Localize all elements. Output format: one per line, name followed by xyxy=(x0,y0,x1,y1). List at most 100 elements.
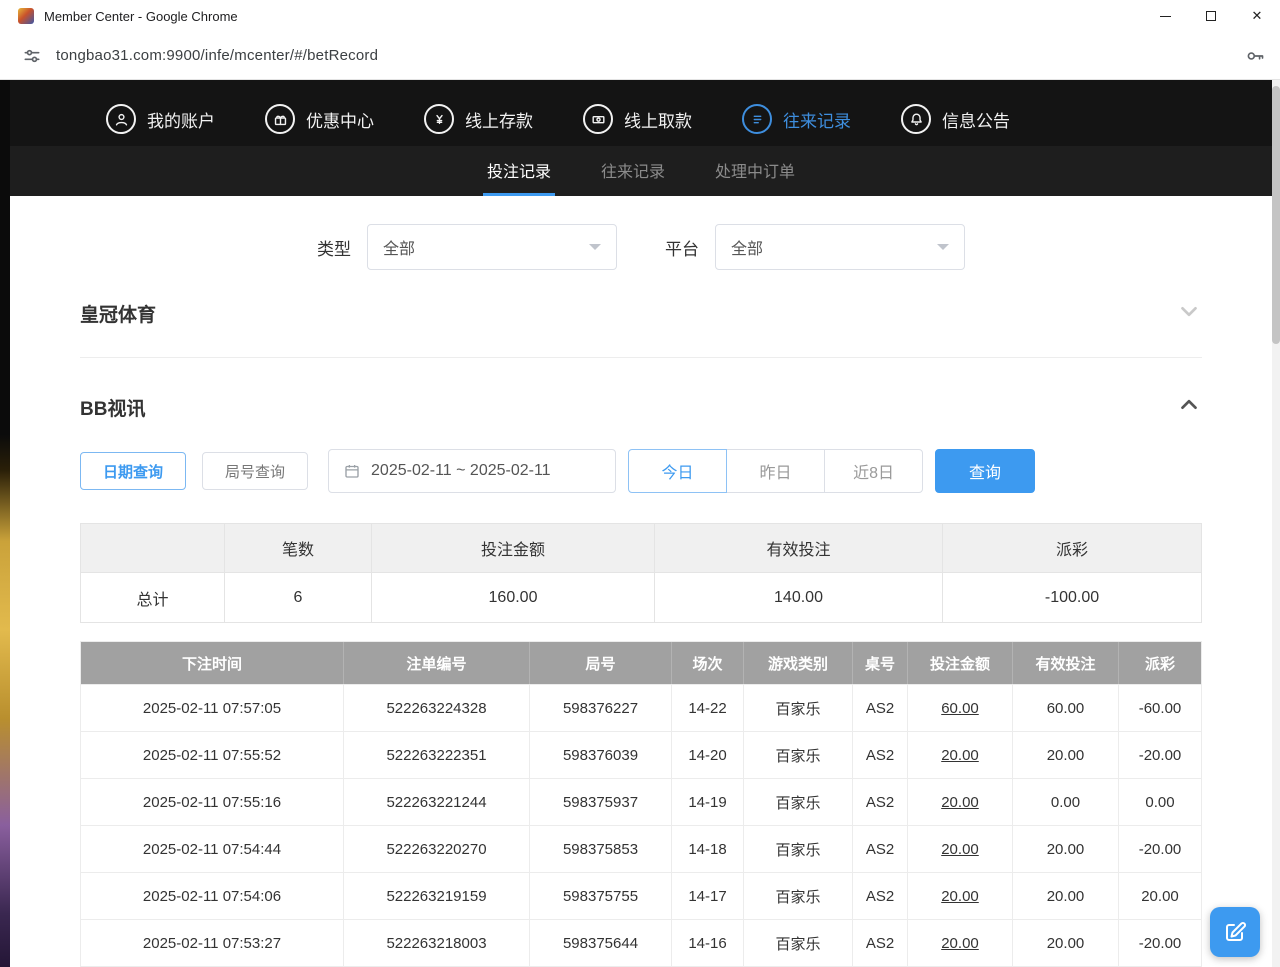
cell-session: 14-19 xyxy=(671,778,743,825)
summary-count: 6 xyxy=(224,573,371,622)
quick-range-group: 今日 昨日 近8日 xyxy=(628,449,923,493)
cell-game-type: 百家乐 xyxy=(743,731,852,778)
nav-item-deposit[interactable]: 线上存款 xyxy=(424,104,533,134)
col-header-round-no: 局号 xyxy=(529,642,671,684)
cell-bet-id: 522263222351 xyxy=(343,731,529,778)
tab-processing-orders[interactable]: 处理中订单 xyxy=(711,158,799,196)
deposit-icon xyxy=(424,104,454,134)
edit-floating-button[interactable] xyxy=(1210,907,1260,957)
nav-label: 优惠中心 xyxy=(306,107,374,132)
summary-table: 笔数 投注金额 有效投注 派彩 总计 6 160.00 140.00 -100.… xyxy=(80,523,1202,623)
col-header-table-no: 桌号 xyxy=(852,642,907,684)
nav-label: 线上存款 xyxy=(465,107,533,132)
cell-game-type: 百家乐 xyxy=(743,919,852,966)
member-center-page: 我的账户 优惠中心 线上存款 线上取款 往来记录 xyxy=(10,80,1272,967)
calendar-icon xyxy=(343,462,361,480)
cell-bet-time: 2025-02-11 07:55:52 xyxy=(81,731,343,778)
section-title: BB视讯 xyxy=(80,394,145,421)
cell-bet-amount-link[interactable]: 20.00 xyxy=(907,825,1012,872)
cell-round-no: 598375853 xyxy=(529,825,671,872)
withdraw-icon xyxy=(583,104,613,134)
col-header-bet-time: 下注时间 xyxy=(81,642,343,684)
cell-session: 14-17 xyxy=(671,872,743,919)
cell-bet-id: 522263221244 xyxy=(343,778,529,825)
type-select[interactable]: 全部 xyxy=(367,224,617,270)
cell-bet-id: 522263220270 xyxy=(343,825,529,872)
round-query-button[interactable]: 局号查询 xyxy=(202,452,308,490)
section-title: 皇冠体育 xyxy=(80,300,156,327)
query-controls: 日期查询 局号查询 2025-02-11 ~ 2025-02-11 今日 昨日 … xyxy=(80,449,1202,493)
records-icon xyxy=(742,104,772,134)
password-key-icon[interactable] xyxy=(1244,45,1266,67)
cell-valid-bet: 0.00 xyxy=(1012,778,1118,825)
cell-payout: 20.00 xyxy=(1118,872,1201,919)
nav-item-announcements[interactable]: 信息公告 xyxy=(901,104,1010,134)
close-button[interactable]: ✕ xyxy=(1234,0,1280,32)
cell-game-type: 百家乐 xyxy=(743,825,852,872)
section-bb-video[interactable]: BB视讯 xyxy=(80,358,1202,427)
last-8-days-button[interactable]: 近8日 xyxy=(824,449,923,493)
cell-bet-amount-link[interactable]: 20.00 xyxy=(907,778,1012,825)
scrollbar-thumb[interactable] xyxy=(1272,86,1280,344)
minimize-button[interactable] xyxy=(1142,0,1188,32)
maximize-button[interactable] xyxy=(1188,0,1234,32)
chevron-up-icon[interactable] xyxy=(1176,392,1202,423)
scrollbar-track[interactable] xyxy=(1272,80,1280,967)
cell-session: 14-16 xyxy=(671,919,743,966)
summary-header-payout: 派彩 xyxy=(942,524,1201,573)
cell-round-no: 598376227 xyxy=(529,684,671,731)
summary-header-empty xyxy=(81,524,224,573)
tab-bet-records[interactable]: 投注记录 xyxy=(483,158,555,196)
date-range-picker[interactable]: 2025-02-11 ~ 2025-02-11 xyxy=(328,449,616,493)
site-settings-icon[interactable] xyxy=(22,46,42,66)
record-tabs: 投注记录 往来记录 处理中订单 xyxy=(10,146,1272,196)
nav-item-records[interactable]: 往来记录 xyxy=(742,104,851,134)
cell-bet-amount-link[interactable]: 20.00 xyxy=(907,872,1012,919)
cell-bet-time: 2025-02-11 07:55:16 xyxy=(81,778,343,825)
search-button[interactable]: 查询 xyxy=(935,449,1035,493)
cell-bet-id: 522263219159 xyxy=(343,872,529,919)
window-titlebar[interactable]: Member Center - Google Chrome ✕ xyxy=(0,0,1280,32)
date-query-button[interactable]: 日期查询 xyxy=(80,452,186,490)
section-crown-sports[interactable]: 皇冠体育 xyxy=(80,270,1202,358)
nav-item-promotions[interactable]: 优惠中心 xyxy=(265,104,374,134)
col-header-valid-bet: 有效投注 xyxy=(1012,642,1118,684)
cell-payout: 0.00 xyxy=(1118,778,1201,825)
yesterday-button[interactable]: 昨日 xyxy=(726,449,825,493)
cell-round-no: 598375755 xyxy=(529,872,671,919)
chevron-down-icon[interactable] xyxy=(1176,298,1202,329)
nav-item-withdraw[interactable]: 线上取款 xyxy=(583,104,692,134)
summary-valid-bet: 140.00 xyxy=(654,573,942,622)
bell-icon xyxy=(901,104,931,134)
gift-icon xyxy=(265,104,295,134)
cell-bet-amount-link[interactable]: 20.00 xyxy=(907,731,1012,778)
browser-toolbar: tongbao31.com:9900/infe/mcenter/#/betRec… xyxy=(0,32,1280,80)
summary-header-valid-bet: 有效投注 xyxy=(654,524,942,573)
col-header-game-type: 游戏类别 xyxy=(743,642,852,684)
tab-transaction-records[interactable]: 往来记录 xyxy=(597,158,669,196)
cell-table-no: AS2 xyxy=(852,919,907,966)
nav-label: 我的账户 xyxy=(147,107,215,132)
main-nav: 我的账户 优惠中心 线上存款 线上取款 往来记录 xyxy=(10,80,1272,146)
summary-total-label: 总计 xyxy=(81,573,224,622)
platform-select[interactable]: 全部 xyxy=(715,224,965,270)
cell-table-no: AS2 xyxy=(852,872,907,919)
type-filter-label: 类型 xyxy=(317,235,351,260)
cell-table-no: AS2 xyxy=(852,778,907,825)
cell-bet-id: 522263218003 xyxy=(343,919,529,966)
nav-item-my-account[interactable]: 我的账户 xyxy=(106,104,215,134)
cell-session: 14-20 xyxy=(671,731,743,778)
cell-round-no: 598375937 xyxy=(529,778,671,825)
bet-records-table: 下注时间 注单编号 局号 场次 游戏类别 桌号 投注金额 有效投注 派彩 202… xyxy=(80,641,1202,967)
cell-bet-amount-link[interactable]: 60.00 xyxy=(907,684,1012,731)
col-header-session: 场次 xyxy=(671,642,743,684)
summary-header-bet-amount: 投注金额 xyxy=(371,524,654,573)
nav-label: 线上取款 xyxy=(624,107,692,132)
summary-bet-amount: 160.00 xyxy=(371,573,654,622)
cell-round-no: 598375644 xyxy=(529,919,671,966)
cell-bet-amount-link[interactable]: 20.00 xyxy=(907,919,1012,966)
address-bar-url[interactable]: tongbao31.com:9900/infe/mcenter/#/betRec… xyxy=(56,47,378,64)
cell-game-type: 百家乐 xyxy=(743,872,852,919)
cell-bet-time: 2025-02-11 07:54:44 xyxy=(81,825,343,872)
today-button[interactable]: 今日 xyxy=(628,449,727,493)
